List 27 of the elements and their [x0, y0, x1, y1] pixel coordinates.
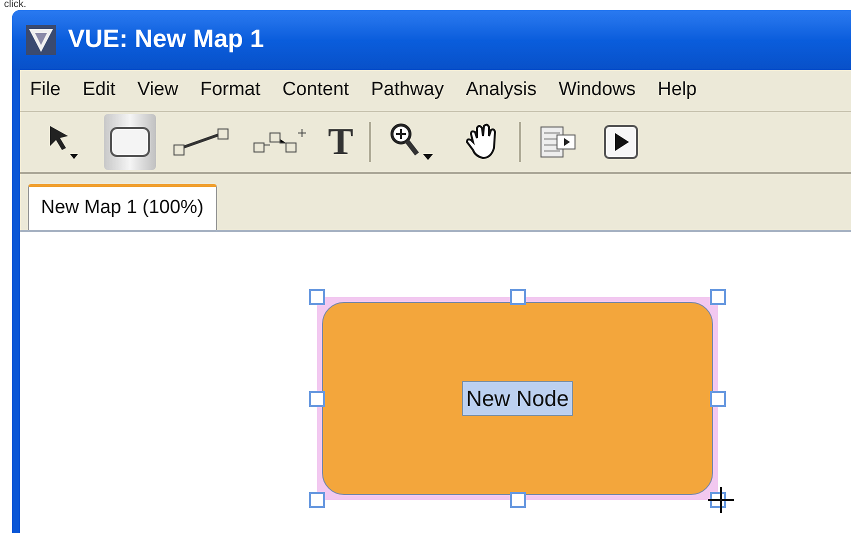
resize-handle[interactable]: [309, 390, 325, 406]
resize-handle[interactable]: [510, 289, 526, 305]
map-tab[interactable]: New Map 1 (100%): [28, 184, 217, 230]
text-tool-label: T: [328, 123, 354, 161]
tool-button[interactable]: [104, 114, 156, 170]
rounded-rectangle-icon: [108, 125, 152, 159]
app-logo-icon: [26, 25, 56, 55]
tool-button[interactable]: T: [324, 114, 358, 170]
menu-item[interactable]: Pathway: [370, 76, 444, 105]
menu-item[interactable]: View: [137, 76, 178, 105]
menu-item[interactable]: Analysis: [466, 76, 537, 105]
caption-text: click.: [4, 0, 26, 10]
menu-item[interactable]: Help: [658, 76, 697, 105]
resize-handle[interactable]: [710, 390, 726, 406]
node-label[interactable]: New Node: [462, 381, 573, 416]
window-title: VUE: New Map 1: [68, 24, 264, 56]
menu-item[interactable]: Windows: [558, 76, 636, 105]
resize-handle[interactable]: [309, 289, 325, 305]
resize-handle[interactable]: [710, 289, 726, 305]
menu-item[interactable]: File: [30, 76, 61, 105]
menu-item[interactable]: Content: [282, 76, 349, 105]
map-node[interactable]: New Node: [317, 297, 718, 500]
menu-item[interactable]: Edit: [82, 76, 116, 105]
crosshair-cursor-icon: [708, 487, 734, 513]
menu-item[interactable]: Format: [200, 76, 260, 105]
resize-handle[interactable]: [309, 492, 325, 508]
resize-handle[interactable]: [510, 492, 526, 508]
